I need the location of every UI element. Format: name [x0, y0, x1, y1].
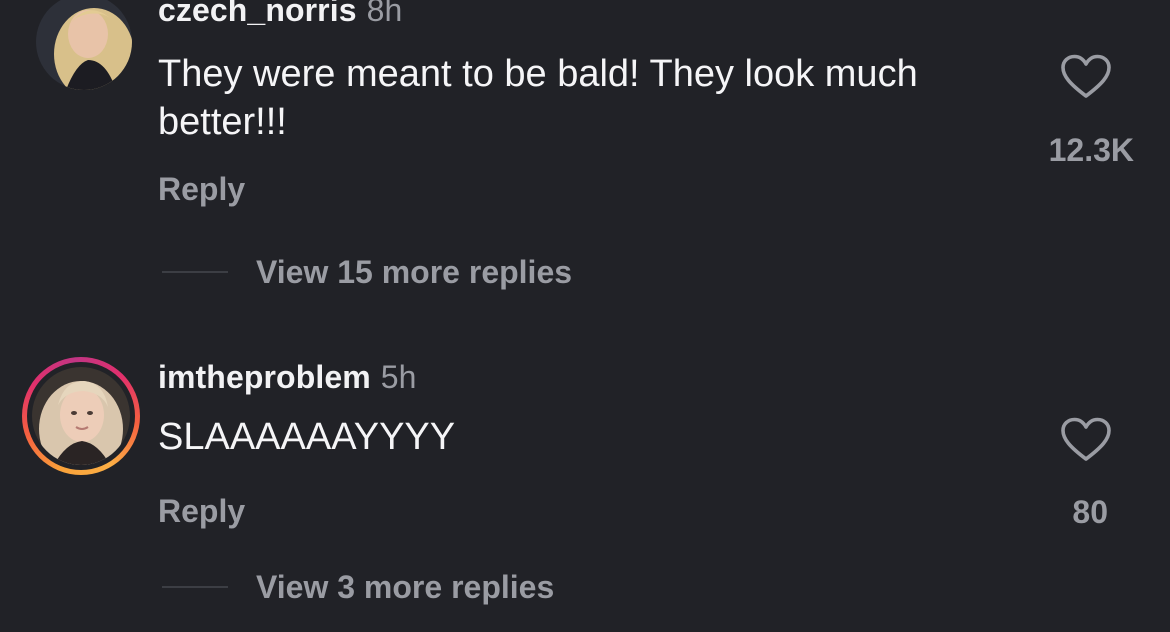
username-label[interactable]: imtheproblem: [158, 359, 371, 395]
comment-timestamp: 5h: [380, 359, 417, 395]
comment-text: SLAAAAAAYYYY: [158, 416, 456, 458]
comment-item: imtheproblem 5h SLAAAAAAYYYY Reply View 3…: [0, 0, 1170, 632]
heart-outline-icon[interactable]: [1060, 417, 1112, 463]
comment-username[interactable]: imtheproblem 5h: [158, 359, 417, 396]
reply-button[interactable]: Reply: [158, 493, 245, 530]
avatar[interactable]: [32, 367, 130, 465]
divider-line: [162, 586, 228, 588]
like-count: 80: [1072, 494, 1108, 530]
view-replies-button[interactable]: View 3 more replies: [162, 567, 554, 607]
view-replies-label[interactable]: View 3 more replies: [256, 569, 554, 606]
